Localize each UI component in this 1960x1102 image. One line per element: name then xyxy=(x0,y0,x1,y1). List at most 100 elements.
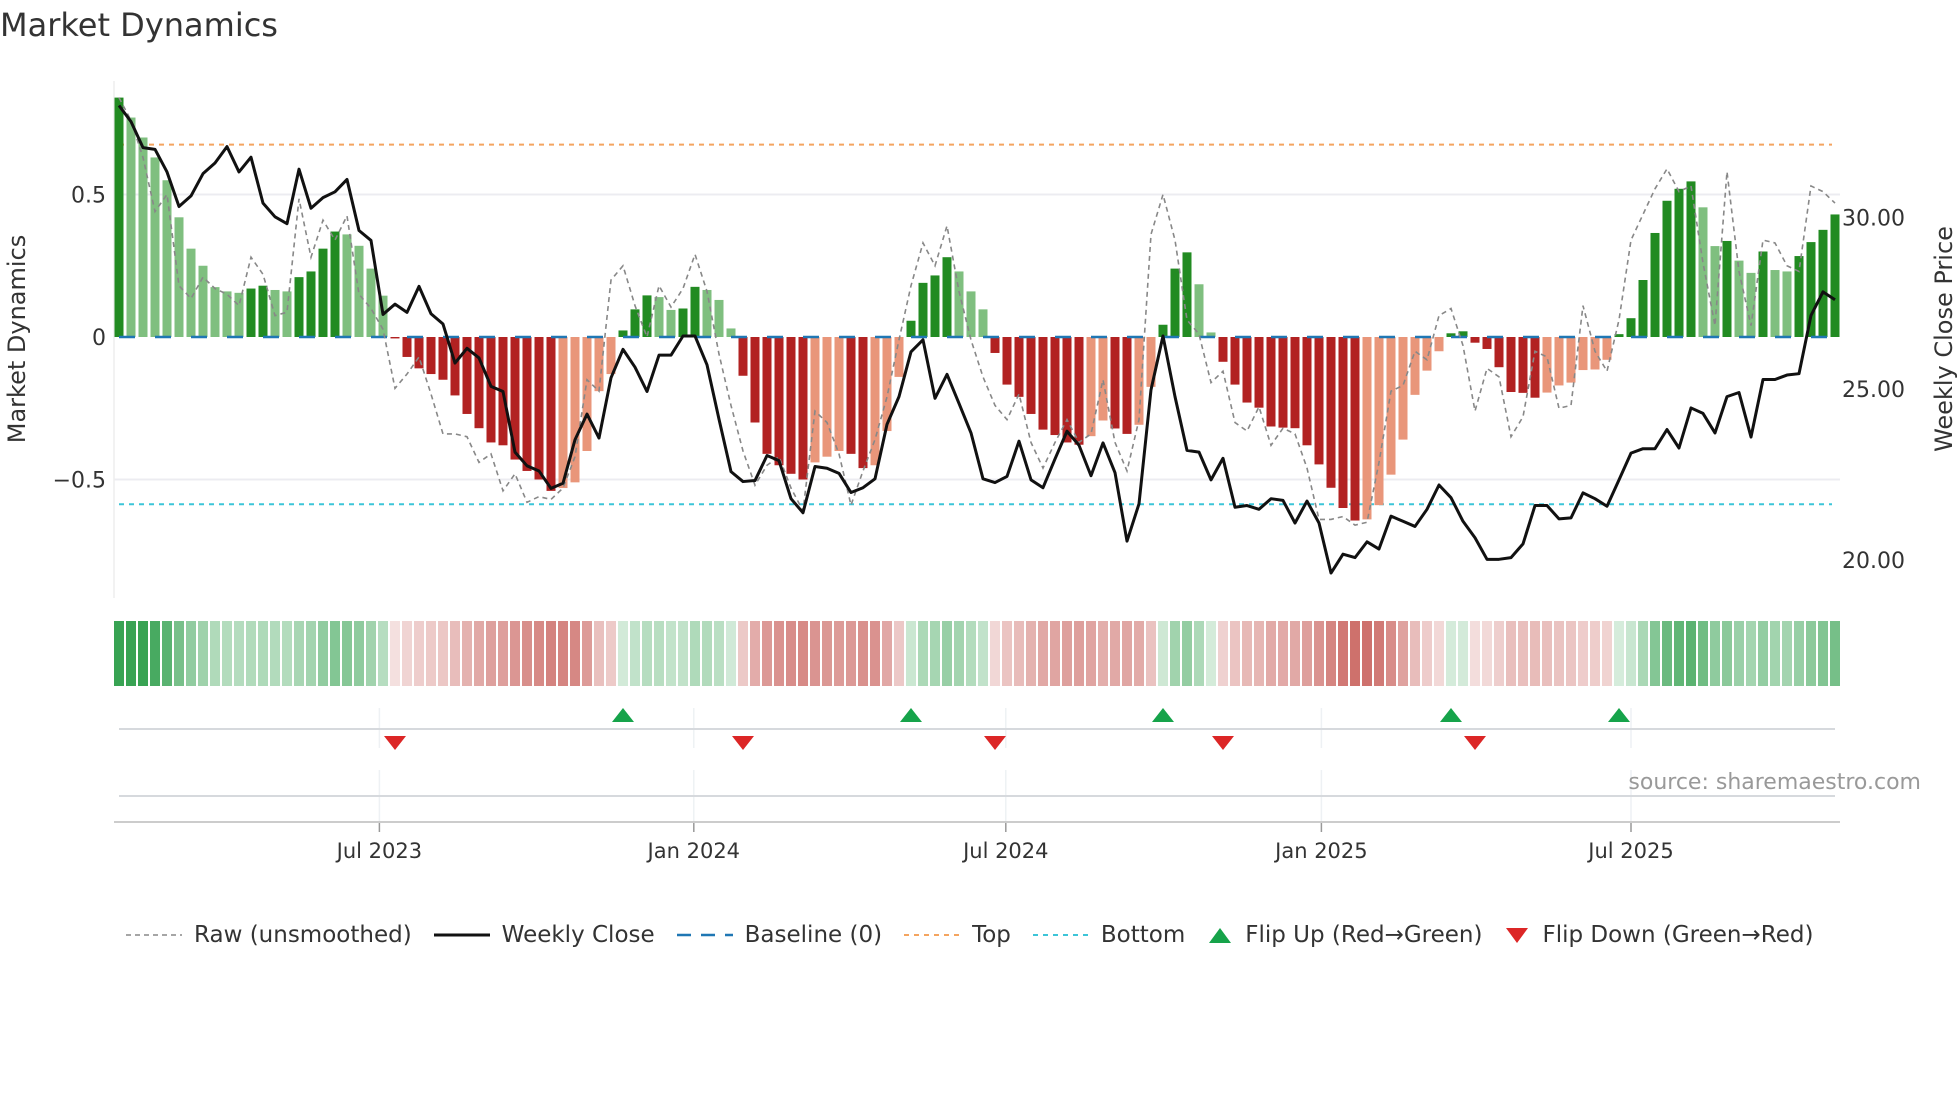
heatmap-cell xyxy=(1794,621,1804,686)
heatmap-cell xyxy=(1722,621,1732,686)
heatmap-cell xyxy=(150,621,160,686)
legend-label: Flip Down (Green→Red) xyxy=(1542,922,1814,948)
dynamics-bar xyxy=(1290,337,1300,429)
heatmap-cell xyxy=(1218,621,1228,686)
heatmap-cell xyxy=(870,621,880,686)
dynamics-bar xyxy=(822,337,832,457)
x-tick-label: Jul 2024 xyxy=(961,839,1048,863)
dynamics-bar xyxy=(810,337,820,463)
legend-item-baseline[interactable]: Baseline (0) xyxy=(676,922,883,948)
dynamics-bar xyxy=(1578,337,1588,371)
heatmap-cell xyxy=(1494,621,1504,686)
dynamics-bar xyxy=(1302,337,1312,446)
legend-item-top[interactable]: Top xyxy=(904,922,1011,948)
heatmap-cell xyxy=(426,621,436,686)
heatmap-cell xyxy=(762,621,772,686)
heatmap-cell xyxy=(726,621,736,686)
dynamics-bar xyxy=(1278,337,1288,428)
dynamics-bar xyxy=(798,337,808,480)
x-tick-label: Jul 2023 xyxy=(335,839,422,863)
heatmap-cell xyxy=(498,621,508,686)
dynamics-bar xyxy=(486,337,496,443)
legend-item-down[interactable]: Flip Down (Green→Red) xyxy=(1504,922,1813,948)
dynamics-bar xyxy=(1242,337,1252,403)
heatmap-cell xyxy=(1542,621,1552,686)
heatmap-cell xyxy=(1110,621,1120,686)
flip-up-marker xyxy=(1152,708,1174,722)
dynamics-bar xyxy=(846,337,856,454)
dynamics-bar xyxy=(834,337,844,451)
heatmap-cell xyxy=(966,621,976,686)
dynamics-bar xyxy=(438,337,448,380)
heatmap-cell xyxy=(1518,621,1528,686)
heatmap-cell xyxy=(1710,621,1720,686)
heatmap-cell xyxy=(1782,621,1792,686)
heatmap-cell xyxy=(1746,621,1756,686)
dynamics-bar xyxy=(1098,337,1108,421)
dynamics-bar xyxy=(1314,337,1324,465)
dynamics-bar xyxy=(990,337,1000,353)
dynamics-bar xyxy=(858,337,868,469)
heatmap-cell xyxy=(882,621,892,686)
legend-swatch-top xyxy=(904,934,961,936)
legend-item-raw[interactable]: Raw (unsmoothed) xyxy=(126,922,412,948)
heatmap-cell xyxy=(786,621,796,686)
legend-swatch-bottom xyxy=(1032,934,1089,936)
legend-label: Flip Up (Red→Green) xyxy=(1245,922,1483,948)
weekly-close-line xyxy=(117,104,1836,575)
heatmap-cell xyxy=(1302,621,1312,686)
dynamics-bar xyxy=(1782,271,1792,337)
dynamics-bar xyxy=(366,268,376,337)
dynamics-bar xyxy=(930,275,940,337)
dynamics-bar xyxy=(1386,337,1396,475)
dynamics-bar xyxy=(1398,337,1408,440)
heatmap-cell xyxy=(810,621,820,686)
flip-down-marker xyxy=(732,736,754,750)
dynamics-bar xyxy=(738,337,748,376)
legend-label: Baseline (0) xyxy=(744,922,883,948)
dynamics-bar xyxy=(690,286,700,337)
dynamics-bar xyxy=(546,337,556,491)
dynamics-bar xyxy=(1410,337,1420,395)
heatmap-cell xyxy=(1014,621,1024,686)
legend-item-bottom[interactable]: Bottom xyxy=(1032,922,1185,948)
dynamics-bar xyxy=(534,337,544,480)
heatmap-cell xyxy=(1554,621,1564,686)
heatmap-cell xyxy=(486,621,496,686)
heatmap-cell xyxy=(1026,621,1036,686)
legend-label: Raw (unsmoothed) xyxy=(194,922,412,948)
heatmap-cell xyxy=(1662,621,1672,686)
flip-up-marker xyxy=(900,708,922,722)
dynamics-bar xyxy=(1326,337,1336,488)
dynamics-bar xyxy=(1074,337,1084,445)
dynamics-bar xyxy=(678,308,688,337)
dynamics-bar xyxy=(918,282,928,337)
heatmap-cell xyxy=(114,621,124,686)
heatmap-cell xyxy=(138,621,148,686)
x-tick-label: Jul 2025 xyxy=(1586,839,1673,863)
flip-up-marker xyxy=(1440,708,1462,722)
y2-tick-label: 20.00 xyxy=(1842,549,1905,574)
heatmap-cell xyxy=(1158,621,1168,686)
heatmap-cell xyxy=(378,621,388,686)
dynamics-bar xyxy=(1014,337,1024,397)
legend-label: Weekly Close xyxy=(501,922,655,948)
heatmap-cell xyxy=(1422,621,1432,686)
heatmap-cell xyxy=(366,621,376,686)
heatmap-cell xyxy=(1506,621,1516,686)
heatmap-cell xyxy=(954,621,964,686)
heatmap-cell xyxy=(858,621,868,686)
heatmap-cell xyxy=(1314,621,1324,686)
heatmap-cell xyxy=(1098,621,1108,686)
heatmap-cell xyxy=(342,621,352,686)
heatmap-cell xyxy=(618,621,628,686)
dynamics-bar xyxy=(126,117,136,337)
heatmap-cell xyxy=(1062,621,1072,686)
heatmap-cell xyxy=(798,621,808,686)
heatmap-cell xyxy=(1146,621,1156,686)
heatmap-cell xyxy=(546,621,556,686)
heatmap-cell xyxy=(594,621,604,686)
legend-item-up[interactable]: Flip Up (Red→Green) xyxy=(1207,922,1482,948)
heatmap-cell xyxy=(1278,621,1288,686)
legend-item-close[interactable]: Weekly Close xyxy=(433,922,655,948)
